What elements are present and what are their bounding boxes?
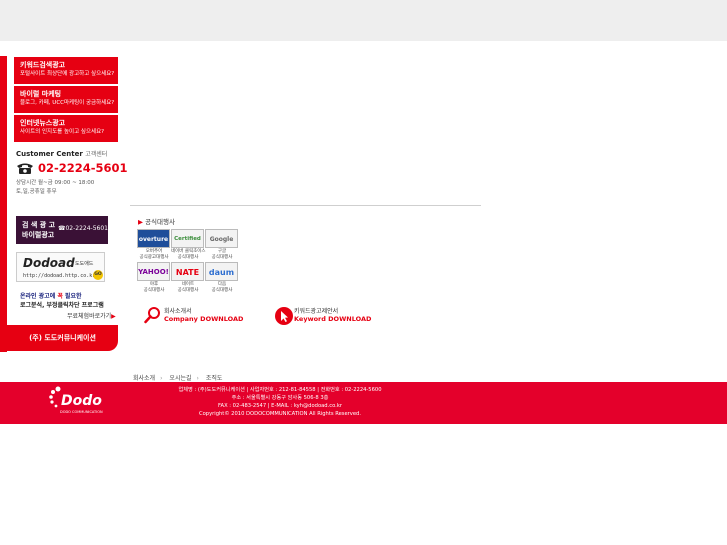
link-separator: › xyxy=(160,375,163,382)
cursor-click-icon xyxy=(275,307,293,325)
menu-desc: 포털사이트 최상단에 광고하고 싶으세요? xyxy=(20,71,115,77)
partner-logo-box: overture xyxy=(137,229,170,248)
partner-caption: 구글 xyxy=(217,249,227,254)
telephone-icon xyxy=(17,163,33,174)
dodoad-url: http://dodoad.http.co.kr xyxy=(23,273,96,279)
official-agency-label: 공식대행사 xyxy=(145,218,175,226)
menu-title: 바이럴 마케팅 xyxy=(20,90,62,98)
dodoad-banner[interactable]: Dodoad 도도애드 http://dodoad.http.co.kr GO xyxy=(16,252,105,282)
footer-logo-text: Dodo xyxy=(61,393,102,409)
free-trial-label: 무료체험바로가기 xyxy=(67,313,112,320)
footer-address: 주소 : 서울특별시 강동구 암사동 506-8 3층 xyxy=(231,395,329,401)
menu-keyword-search-ad[interactable]: 키워드검색광고 포털사이트 최상단에 광고하고 싶으세요? xyxy=(14,57,118,84)
menu-viral-marketing[interactable]: 바이럴 마케팅 블로그, 카페, UCC마케팅이 궁금하세요? xyxy=(14,86,118,113)
nate-logo: NATE xyxy=(175,268,200,277)
footer-logo-sub: DODO COMMUNICATION xyxy=(60,410,103,414)
google-logo: Google xyxy=(209,236,234,243)
dodoad-logo-ko: 도도애드 xyxy=(75,261,94,267)
footer-links: 회사소개 › 오시는길 › 조직도 xyxy=(133,373,227,382)
banner-line-search: 검 색 광 고 xyxy=(22,221,56,229)
footer-copyright: Copyright© 2010 DODOCOMMUNICATION All Ri… xyxy=(198,411,362,417)
partner-caption: 공식대행사 xyxy=(177,288,199,293)
footer-contact: FAX : 02-483-2547 | E-MAIL : kyh@dodoad.… xyxy=(218,403,342,409)
promo-line-2: 로그분석, 부정클릭차단 프로그램 xyxy=(20,302,104,309)
partner-caption: 야후 xyxy=(149,282,159,287)
keyword-download-link[interactable]: 키워드광고제안서 Keyword DOWNLOAD xyxy=(274,306,384,326)
partner-caption: 오버추어 xyxy=(145,249,163,254)
footer-link-organization[interactable]: 조직도 xyxy=(206,375,223,382)
customer-center-hours: 상담시간 월~금 09:00 ~ 18:00 토,일,공휴일 휴무 xyxy=(16,179,94,197)
footer-link-directions[interactable]: 오시는길 xyxy=(169,375,191,382)
menu-desc: 사이트의 인지도를 높이고 싶으세요? xyxy=(20,129,105,135)
download-label: Keyword DOWNLOAD xyxy=(294,315,372,323)
partner-daum[interactable]: daum 다음 공식대행사 xyxy=(205,262,239,293)
customer-center-ko: 고객센터 xyxy=(85,151,108,158)
free-trial-link[interactable]: 무료체험바로가기▶ xyxy=(67,311,116,320)
partner-overture[interactable]: overture 오버추어 공식광고대행사 xyxy=(137,229,171,260)
play-arrow-icon: ▶ xyxy=(111,313,116,320)
partner-caption: 공식대행사 xyxy=(211,255,233,260)
menu-title: 키워드검색광고 xyxy=(20,61,66,69)
footer-company-info: 업체명 : (주)도도커뮤니케이션 | 사업자번호 : 212-81-84558… xyxy=(160,386,400,418)
link-separator: › xyxy=(196,375,199,382)
top-bar xyxy=(0,0,727,41)
triangle-bullet-icon: ▶ xyxy=(138,218,143,226)
footer-link-about[interactable]: 회사소개 xyxy=(133,375,155,382)
partner-caption: 공식대행사 xyxy=(143,288,165,293)
promo-line-1: 온라인 광고에 꼭 필요한 xyxy=(20,291,82,300)
promo-text-a: 온라인 광고에 xyxy=(20,293,58,300)
customer-center-en: Customer Center xyxy=(16,150,83,158)
menu-title: 인터넷뉴스광고 xyxy=(20,119,66,127)
go-badge[interactable]: GO xyxy=(93,270,103,280)
daum-logo: daum xyxy=(208,268,235,277)
partner-naver[interactable]: Certified 네이버 클릭초이스 공식대행사 xyxy=(171,229,206,260)
partner-caption: 다음 xyxy=(217,282,227,287)
partner-caption: 공식대행사 xyxy=(211,288,233,293)
sidebar-stripe xyxy=(0,56,7,352)
naver-logo: Certified xyxy=(174,236,201,242)
section-divider xyxy=(130,205,481,206)
company-name-button[interactable]: (주) 도도커뮤니케이션 xyxy=(7,325,118,351)
partner-nate[interactable]: NATE 네이트 공식대행사 xyxy=(171,262,205,293)
company-download-link[interactable]: 회사소개서 Company DOWNLOAD xyxy=(144,306,244,326)
hours-holiday: 토,일,공휴일 휴무 xyxy=(16,189,57,195)
partner-logo-box: YAHOO! xyxy=(137,262,170,281)
dodoad-logo: Dodoad xyxy=(23,256,75,270)
official-agency-title: ▶ 공식대행사 xyxy=(138,216,175,226)
dodoad-logo-text: Dodoad xyxy=(23,256,75,270)
partner-yahoo[interactable]: YAHOO! 야후 공식대행사 xyxy=(137,262,171,293)
menu-internet-news-ad[interactable]: 인터넷뉴스광고 사이트의 인지도를 높이고 싶으세요? xyxy=(14,115,118,142)
partner-google[interactable]: Google 구글 공식대행사 xyxy=(205,229,239,260)
search-viral-ad-banner[interactable]: 검 색 광 고 바이럴광고 ☎02-2224-5601 xyxy=(16,216,108,244)
banner-line-viral: 바이럴광고 xyxy=(22,231,55,239)
customer-center-title: Customer Center 고객센터 xyxy=(16,149,107,158)
yahoo-logo: YAHOO! xyxy=(138,268,169,276)
customer-center-phone: 02-2224-5601 xyxy=(38,161,128,175)
overture-logo: overture xyxy=(138,230,169,247)
footer-logo[interactable]: Dodo DODO COMMUNICATION xyxy=(48,386,108,418)
magnifier-icon xyxy=(144,307,160,324)
partner-logo-box: Certified xyxy=(171,229,204,248)
partner-caption: 네이버 클릭초이스 xyxy=(171,249,206,254)
download-title: 회사소개서 xyxy=(164,308,192,315)
partner-caption: 공식광고대행사 xyxy=(139,255,169,260)
partner-caption: 공식대행사 xyxy=(177,255,199,260)
download-label: Company DOWNLOAD xyxy=(164,315,244,323)
footer-info-line: 업체명 : (주)도도커뮤니케이션 | 사업자번호 : 212-81-84558… xyxy=(178,387,382,393)
download-title: 키워드광고제안서 xyxy=(294,308,339,315)
partner-logo-box: Google xyxy=(205,229,238,248)
promo-text-c: 필요한 xyxy=(62,293,82,300)
hours-weekday: 상담시간 월~금 09:00 ~ 18:00 xyxy=(16,180,95,186)
banner-phone: ☎02-2224-5601 xyxy=(58,225,108,232)
partner-caption: 네이트 xyxy=(181,282,195,287)
partner-logo-box: NATE xyxy=(171,262,204,281)
menu-desc: 블로그, 카페, UCC마케팅이 궁금하세요? xyxy=(20,100,115,106)
partner-logo-box: daum xyxy=(205,262,238,281)
